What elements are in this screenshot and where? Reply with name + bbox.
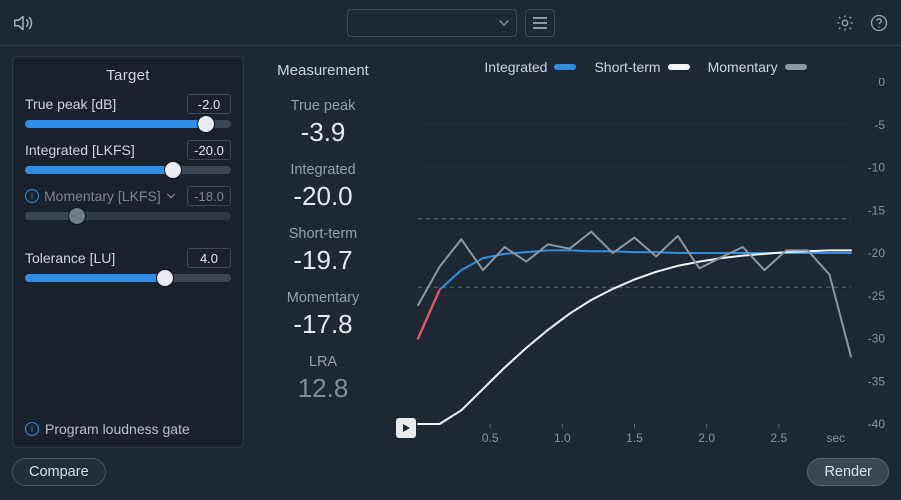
legend-short-term: Short-term <box>594 59 689 75</box>
legend-momentary: Momentary <box>708 59 807 75</box>
momentary-track[interactable] <box>25 212 231 220</box>
measurement-title: Measurement <box>277 62 369 81</box>
speaker-icon[interactable] <box>12 12 34 34</box>
tolerance-track[interactable] <box>25 274 231 282</box>
measure-short-term-label: Short-term <box>289 226 358 242</box>
chart-area: 0 -5 -10 -15 -20 -25 -30 -35 -40 0.5 1.0 1.5 2.0 2.5 s… <box>402 78 889 448</box>
measure-true-peak-label: True peak <box>291 98 356 114</box>
settings-button[interactable] <box>835 13 855 33</box>
help-button[interactable] <box>869 13 889 33</box>
loudness-chart: 0 -5 -10 -15 -20 -25 -30 -35 -40 0.5 1.0 1.5 2.0 2.5 s… <box>402 78 889 448</box>
measure-lra-value: 12.8 <box>298 375 349 401</box>
integrated-label: Integrated [LKFS] <box>25 142 135 158</box>
compare-button[interactable]: Compare <box>12 458 106 486</box>
svg-text:-25: -25 <box>868 289 886 303</box>
chevron-down-icon <box>498 17 510 29</box>
program-loudness-gate[interactable]: i Program loudness gate <box>25 421 231 437</box>
integrated-track[interactable] <box>25 166 231 174</box>
svg-text:-40: -40 <box>868 417 886 431</box>
measure-true-peak-value: -3.9 <box>301 119 346 145</box>
hamburger-icon <box>532 16 548 30</box>
momentary-slider: i Momentary [LKFS] -18.0 <box>25 186 231 220</box>
gate-info-icon: i <box>25 422 39 436</box>
svg-text:-10: -10 <box>868 161 886 175</box>
true-peak-label: True peak [dB] <box>25 96 116 112</box>
play-button[interactable] <box>396 418 416 438</box>
preset-menu-button[interactable] <box>525 9 555 37</box>
measure-lra-label: LRA <box>309 354 337 370</box>
play-icon <box>401 423 411 433</box>
svg-text:-35: -35 <box>868 374 886 388</box>
target-panel: Target True peak [dB] -2.0 Integrated [L… <box>12 56 244 448</box>
gate-label: Program loudness gate <box>45 421 190 437</box>
true-peak-track[interactable] <box>25 120 231 128</box>
tolerance-slider: Tolerance [LU] 4.0 <box>25 248 231 282</box>
integrated-slider: Integrated [LKFS] -20.0 <box>25 140 231 174</box>
tolerance-value[interactable]: 4.0 <box>187 248 231 268</box>
momentary-info-icon[interactable]: i <box>25 189 39 203</box>
preset-select[interactable] <box>347 9 517 37</box>
chart-legend: Integrated Short-term Momentary <box>402 56 889 78</box>
legend-integrated: Integrated <box>484 59 576 75</box>
measure-momentary-label: Momentary <box>287 290 360 306</box>
svg-text:2.5: 2.5 <box>770 431 787 445</box>
target-title: Target <box>25 65 231 94</box>
gear-icon <box>835 13 855 33</box>
measure-momentary-value: -17.8 <box>293 311 352 337</box>
footer-bar: Compare Render <box>0 452 901 500</box>
momentary-value[interactable]: -18.0 <box>187 186 231 206</box>
measurement-panel: Measurement True peak -3.9 Integrated -2… <box>258 56 388 448</box>
svg-text:0.5: 0.5 <box>482 431 499 445</box>
integrated-value[interactable]: -20.0 <box>187 140 231 160</box>
svg-text:-5: -5 <box>874 118 885 132</box>
render-button[interactable]: Render <box>807 458 889 486</box>
svg-text:1.5: 1.5 <box>626 431 643 445</box>
chevron-down-icon[interactable] <box>166 191 176 201</box>
svg-text:-15: -15 <box>868 203 886 217</box>
true-peak-value[interactable]: -2.0 <box>187 94 231 114</box>
svg-text:-30: -30 <box>868 332 886 346</box>
measure-integrated-label: Integrated <box>290 162 355 178</box>
main-area: Target True peak [dB] -2.0 Integrated [L… <box>0 46 901 452</box>
momentary-label: i Momentary [LKFS] <box>25 188 176 204</box>
measure-integrated-value: -20.0 <box>293 183 352 209</box>
measure-short-term-value: -19.7 <box>293 247 352 273</box>
true-peak-slider: True peak [dB] -2.0 <box>25 94 231 128</box>
help-icon <box>869 13 889 33</box>
svg-text:sec: sec <box>826 431 845 445</box>
tolerance-label: Tolerance [LU] <box>25 250 115 266</box>
svg-text:2.0: 2.0 <box>698 431 715 445</box>
chart-panel: Integrated Short-term Momentary 0 -5 -10 -1… <box>402 56 889 448</box>
svg-text:-20: -20 <box>868 246 886 260</box>
svg-text:1.0: 1.0 <box>554 431 571 445</box>
top-bar <box>0 0 901 46</box>
svg-text:0: 0 <box>878 78 885 89</box>
